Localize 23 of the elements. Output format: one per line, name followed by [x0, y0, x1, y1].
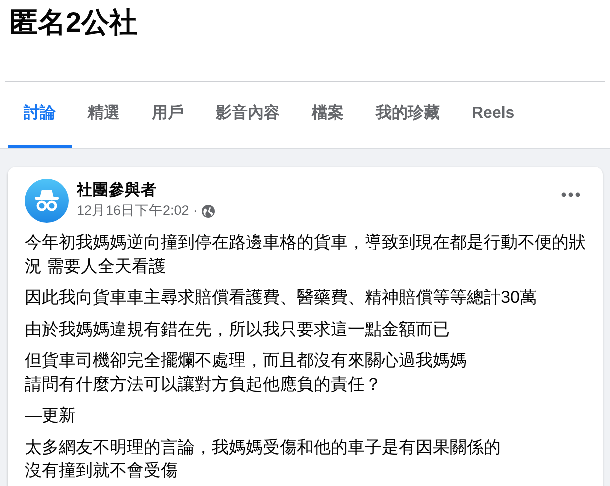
- globe-icon: [202, 204, 215, 218]
- tab[interactable]: 用戶: [136, 82, 200, 148]
- group-title: 匿名2公社: [9, 6, 139, 40]
- tab[interactable]: Reels: [456, 82, 531, 148]
- dots-icon: [561, 192, 581, 198]
- post-time[interactable]: 12月16日下午2:02: [77, 201, 190, 221]
- tab[interactable]: 我的珍藏: [360, 82, 456, 148]
- anonymous-avatar-icon[interactable]: [25, 179, 69, 223]
- tab[interactable]: 影音內容: [200, 82, 296, 148]
- post-text-line: 今年初我媽媽逆向撞到停在路邊車格的貨車，導致到現在都是行動不便的狀: [25, 231, 587, 254]
- post-text-line: 沒有撞到就不會受傷: [25, 459, 179, 482]
- post-text-line: 請問有什麼方法可以讓對方負起他應負的責任？: [25, 372, 383, 396]
- post-text-line: 由於我媽媽違規有錯在先，所以我只要求這一點金額而已: [25, 318, 451, 340]
- post-text-line: 因此我向貨車車主尋求賠償看護費、醫藥費、精神賠償等等總計30萬: [25, 286, 538, 309]
- tab[interactable]: 精選: [72, 82, 136, 148]
- post-text-line: 但貨車司機卻完全擺爛不處理，而且都沒有來關心過我媽媽: [25, 349, 468, 372]
- tab[interactable]: 討論: [8, 82, 72, 148]
- tab[interactable]: 檔案: [296, 82, 360, 148]
- post-text-line: 太多網友不明理的言論，我媽媽受傷和他的車子是有因果關係的: [25, 436, 502, 458]
- author-name[interactable]: 社團參與者: [77, 181, 555, 201]
- post-text-line: 況 需要人全天看護: [25, 254, 167, 278]
- post-text-line: —更新: [25, 404, 78, 427]
- separator-dot: ·: [193, 202, 198, 220]
